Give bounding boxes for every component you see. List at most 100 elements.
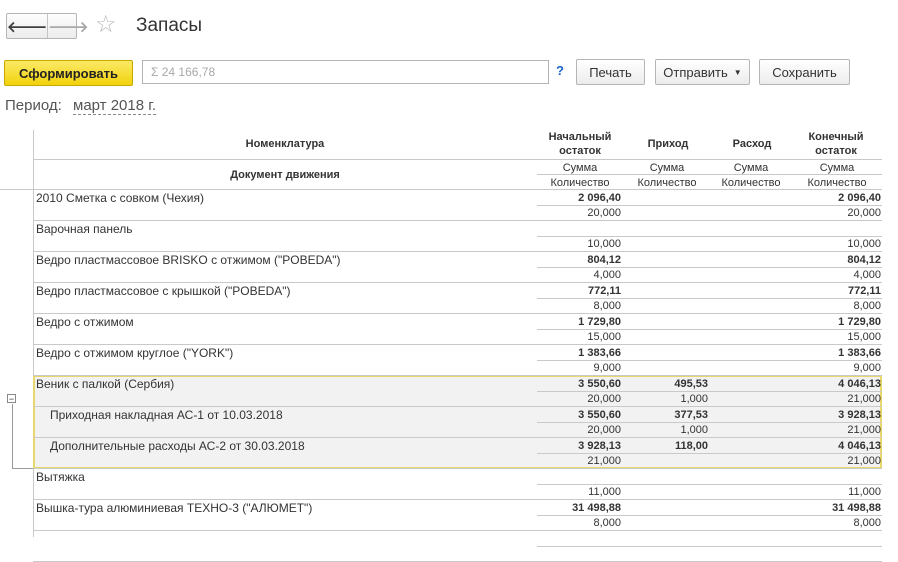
row-value-start-sum: 3 550,60: [578, 378, 621, 390]
sum-field[interactable]: Σ 24 166,78: [142, 60, 549, 84]
row-value-start-sum: 3 928,13: [578, 440, 621, 452]
header-sum: Сумма: [562, 162, 598, 174]
row-value-in-sum: 495,53: [674, 378, 708, 390]
row-value-start-sum: 1 383,66: [578, 347, 621, 359]
row-value-end-qty: 15,000: [847, 331, 881, 343]
column-divider: [33, 130, 34, 537]
row-name: Ведро с отжимом: [36, 315, 134, 329]
row-value-end-qty: 21,000: [847, 424, 881, 436]
row-value-end-qty: 4,000: [853, 269, 881, 281]
row-value-start-qty: 8,000: [593, 517, 621, 529]
header-sum: Сумма: [649, 162, 685, 174]
period-label: Период:: [5, 97, 62, 114]
row-name: Дополнительные расходы АС-2 от 30.03.201…: [50, 439, 305, 453]
row-divider: [33, 282, 882, 283]
tree-line: [12, 404, 13, 468]
header-end-balance: Конечный остаток: [808, 131, 864, 157]
row-divider: [33, 313, 882, 314]
back-arrow-icon[interactable]: 🡐: [7, 14, 49, 38]
row-value-end-qty: 20,000: [847, 207, 881, 219]
header-nomenclature: Номенклатура: [245, 138, 325, 150]
row-value-start-qty: 11,000: [588, 486, 621, 498]
nav-buttons: 🡐 🡒: [6, 13, 88, 39]
row-divider: [33, 530, 882, 531]
row-value-start-qty: 10,000: [587, 238, 621, 250]
row-value-in-sum: 118,00: [674, 440, 708, 452]
send-button[interactable]: Отправить ▼: [655, 59, 750, 85]
period-value-link[interactable]: март 2018 г.: [73, 97, 157, 115]
row-value-end-sum: 4 046,13: [838, 378, 881, 390]
header-sum: Сумма: [819, 162, 855, 174]
row-divider: [33, 220, 882, 221]
collapse-toggle-icon[interactable]: −: [7, 394, 16, 404]
row-value-start-qty: 21,000: [587, 455, 621, 467]
row-divider: [33, 406, 882, 407]
row-value-start-qty: 20,000: [587, 393, 621, 405]
row-value-end-qty: 8,000: [853, 300, 881, 312]
row-name: Приходная накладная АС-1 от 10.03.2018: [50, 408, 283, 422]
row-value-start-qty: 4,000: [593, 269, 621, 281]
row-value-start-qty: 20,000: [587, 424, 621, 436]
row-value-end-qty: 11,000: [848, 486, 881, 498]
header-qty: Количество: [807, 177, 867, 189]
row-value-end-sum: 31 498,88: [832, 502, 881, 514]
row-value-start-qty: 8,000: [593, 300, 621, 312]
row-value-start-sum: 1 729,80: [578, 316, 621, 328]
print-button[interactable]: Печать: [576, 59, 645, 85]
chevron-down-icon: ▼: [733, 67, 742, 77]
save-button[interactable]: Сохранить: [759, 59, 850, 85]
row-value-start-qty: 9,000: [593, 362, 621, 374]
row-name: Варочная панель: [36, 222, 133, 236]
row-name: Вытяжка: [36, 470, 85, 484]
row-value-in-sum: 377,53: [674, 409, 708, 421]
header-divider: [33, 159, 882, 160]
row-value-end-qty: 21,000: [847, 455, 881, 467]
row-divider: [33, 375, 882, 376]
row-value-in-qty: 1,000: [680, 424, 708, 436]
row-value-in-qty: 1,000: [680, 393, 708, 405]
row-value-start-sum: 2 096,40: [578, 192, 621, 204]
generate-button[interactable]: Сформировать: [4, 60, 133, 86]
row-value-end-sum: 1 729,80: [838, 316, 881, 328]
header-qty: Количество: [721, 177, 781, 189]
row-divider: [33, 499, 882, 500]
row-value-end-sum: 772,11: [847, 285, 881, 297]
row-name: Вышка-тура алюминиевая ТЕХНО-3 ("АЛЮМЕТ"…: [36, 501, 313, 515]
row-divider: [33, 437, 882, 438]
forward-arrow-icon[interactable]: 🡒: [48, 14, 88, 38]
header-income: Приход: [647, 138, 689, 150]
header-qty: Количество: [637, 177, 697, 189]
row-divider: [33, 468, 882, 469]
row-value-end-qty: 8,000: [853, 517, 881, 529]
row-value-start-sum: 3 550,60: [578, 409, 621, 421]
row-value-start-qty: 20,000: [587, 207, 621, 219]
row-value-start-qty: 15,000: [587, 331, 621, 343]
help-icon[interactable]: ?: [556, 63, 564, 78]
row-subdivider: [537, 546, 882, 547]
tree-line: [12, 468, 34, 469]
row-name: Ведро пластмассовое с крышкой ("POBEDA"): [36, 284, 291, 298]
row-divider: [33, 251, 882, 252]
row-value-end-sum: 2 096,40: [838, 192, 881, 204]
row-name: Ведро с отжимом круглое ("YORK"): [36, 346, 234, 360]
row-value-start-sum: 31 498,88: [572, 502, 621, 514]
header-qty: Количество: [550, 177, 610, 189]
star-favorite-icon[interactable]: ☆: [95, 11, 117, 39]
row-value-end-sum: 804,12: [847, 254, 881, 266]
header-expense: Расход: [732, 138, 772, 150]
row-value-end-qty: 10,000: [847, 238, 881, 250]
row-name: 2010 Сметка с совком (Чехия): [36, 191, 204, 205]
row-name: Ведро пластмассовое BRISKO с отжимом ("P…: [36, 253, 341, 267]
row-value-end-sum: 4 046,13: [838, 440, 881, 452]
row-value-end-sum: 3 928,13: [838, 409, 881, 421]
page-title: Запасы: [136, 15, 203, 36]
row-value-end-qty: 9,000: [853, 362, 881, 374]
row-name: Веник с палкой (Сербия): [36, 377, 175, 391]
header-start-balance: Начальный остаток: [548, 131, 612, 157]
send-button-label: Отправить: [663, 64, 728, 80]
row-value-end-sum: 1 383,66: [838, 347, 881, 359]
row-value-start-sum: 804,12: [587, 254, 621, 266]
header-sum: Сумма: [733, 162, 769, 174]
row-divider: [33, 344, 882, 345]
row-value-start-sum: 772,11: [587, 285, 621, 297]
